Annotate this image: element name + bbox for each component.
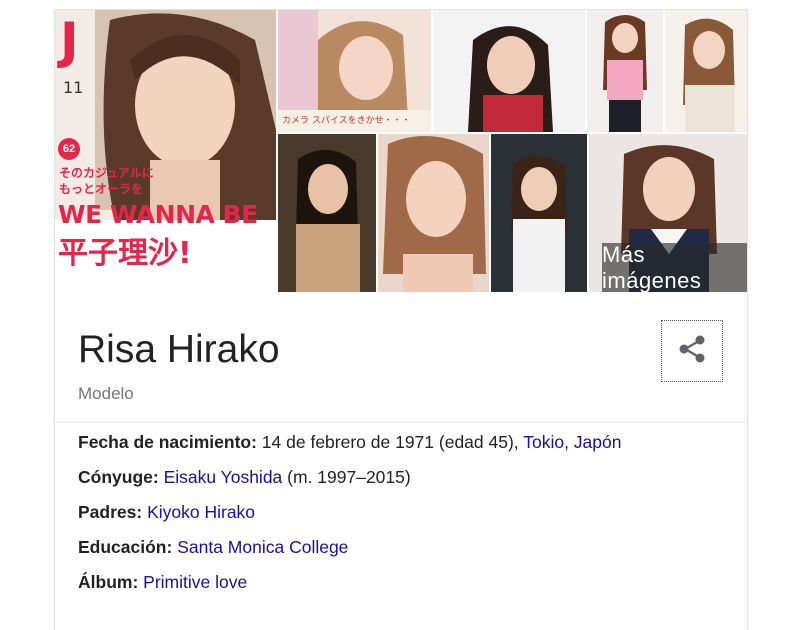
- gallery-image-4[interactable]: [587, 10, 663, 132]
- fact-value: 14 de febrero de 1971 (edad 45),: [256, 432, 524, 452]
- fact-link[interactable]: Kiyoko Hirako: [147, 502, 255, 522]
- cover-logo: J: [60, 12, 79, 70]
- fact-link[interactable]: Primitive love: [143, 572, 247, 592]
- cover-badge: 62: [58, 138, 80, 160]
- gallery-image-5[interactable]: [665, 10, 747, 132]
- gallery-image-2-caption: カメラ スパイスをきかせ・・・: [282, 116, 411, 126]
- gallery-image-6[interactable]: [278, 134, 376, 292]
- cover-line-2: もっとオーラを: [59, 182, 144, 196]
- fact-parents: Padres: Kiyoko Hirako: [78, 502, 255, 523]
- fact-label: Padres:: [78, 502, 143, 522]
- fact-education: Educación: Santa Monica College: [78, 537, 348, 558]
- fact-birth-date: Fecha de nacimiento: 14 de febrero de 19…: [78, 432, 621, 453]
- magazine-cover-image[interactable]: J 11 62 そのカジュアルに もっとオーラを WE WANNA BE 平子理…: [55, 10, 276, 292]
- share-icon: [678, 334, 706, 369]
- fact-link[interactable]: Santa Monica College: [177, 537, 348, 557]
- gallery-image-7[interactable]: [378, 134, 489, 292]
- entity-subtitle: Modelo: [78, 384, 134, 403]
- entity-header: Risa Hirako Modelo: [55, 292, 747, 423]
- fact-link[interactable]: Tokio, Japón: [523, 432, 621, 452]
- gallery-image-8[interactable]: [491, 134, 587, 292]
- fact-label: Álbum:: [78, 572, 139, 592]
- cover-headline: WE WANNA BE: [58, 200, 258, 229]
- fact-label: Cónyuge:: [78, 467, 159, 487]
- knowledge-panel: J 11 62 そのカジュアルに もっとオーラを WE WANNA BE 平子理…: [55, 10, 747, 630]
- gallery-image-3[interactable]: [433, 10, 585, 132]
- fact-value-suffix: (m. 1997–2015): [282, 467, 411, 487]
- fact-link[interactable]: Eisaku Yoshida: [164, 467, 283, 487]
- gallery-image-2[interactable]: カメラ スパイスをきかせ・・・: [278, 10, 431, 132]
- fact-label: Educación:: [78, 537, 173, 557]
- cover-issue: 11: [63, 78, 84, 97]
- fact-spouse: Cónyuge: Eisaku Yoshida (m. 1997–2015): [78, 467, 411, 488]
- fact-album: Álbum: Primitive love: [78, 572, 247, 593]
- cover-name: 平子理沙!: [58, 236, 192, 271]
- image-gallery: J 11 62 そのカジュアルに もっとオーラを WE WANNA BE 平子理…: [55, 10, 747, 292]
- entity-title: Risa Hirako: [78, 328, 280, 371]
- share-button[interactable]: [661, 320, 723, 382]
- more-images-button[interactable]: Más imágenes: [602, 242, 747, 292]
- cover-line-1: そのカジュアルに: [59, 166, 154, 180]
- fact-label: Fecha de nacimiento:: [78, 432, 257, 452]
